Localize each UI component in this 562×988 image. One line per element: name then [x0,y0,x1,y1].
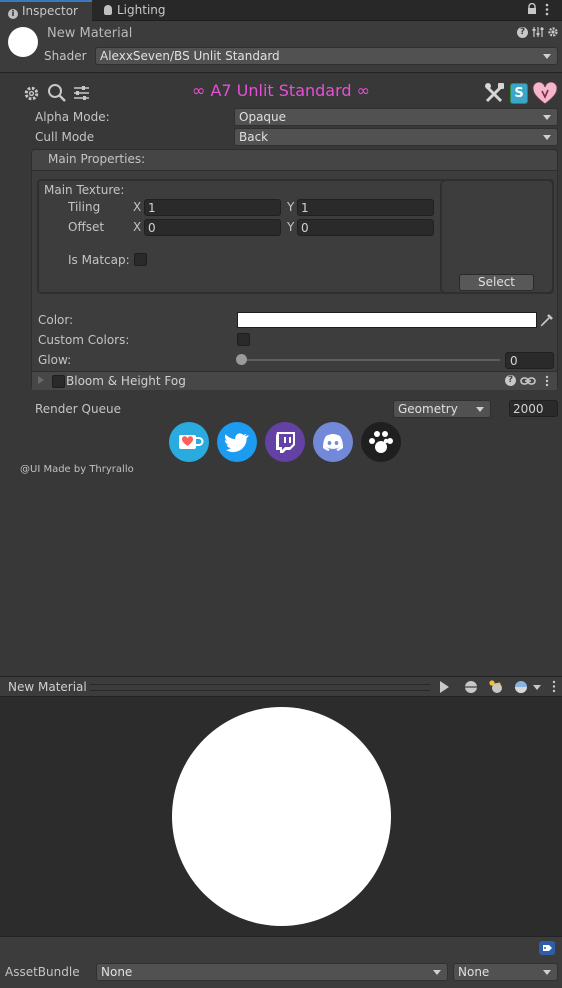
drag-handle[interactable] [90,684,430,691]
bloom-checkbox[interactable] [52,375,65,388]
preview-header: New Material [0,676,562,697]
offset-x-axis: X [133,220,142,234]
play-icon[interactable] [440,681,449,693]
preset-icon[interactable] [532,26,544,41]
tiling-x-axis: X [133,200,142,214]
glow-slider-track[interactable] [240,359,500,361]
material-name: New Material [47,26,133,41]
foldout-arrow-icon [38,376,44,384]
asset-bundle-name-dropdown[interactable]: None [96,963,448,981]
lock-icon[interactable] [527,2,537,15]
main-properties-title: Main Properties: [48,152,146,166]
glow-label: Glow: [38,353,72,367]
tab-bar: i Inspector Lighting [0,0,562,21]
shader-store-icon[interactable]: S [510,83,528,104]
more-vert-icon[interactable] [545,3,549,17]
material-header: New Material ? Shader AlexxSeven/BS Unli… [0,21,562,73]
info-icon: i [8,9,18,19]
color-label: Color: [38,313,74,327]
asset-bundle-name: None [101,965,133,979]
color-swatch[interactable] [237,312,537,328]
paw-icon[interactable] [361,422,401,462]
offset-y-axis: Y [287,220,295,234]
custom-colors-checkbox[interactable] [237,333,250,346]
chevron-down-icon [543,115,551,120]
alpha-mode-label: Alpha Mode: [35,110,110,124]
asset-bundle-variant-dropdown[interactable]: None [453,963,558,981]
select-texture-button[interactable]: Select [459,274,534,291]
credit-text: @UI Made by Thryrallo [20,464,134,475]
cull-mode-label: Cull Mode [35,130,95,144]
asset-bundle-variant: None [458,965,490,979]
shader-value: AlexxSeven/BS Unlit Standard [100,49,280,63]
chevron-down-icon [433,970,441,975]
alpha-mode-value: Opaque [239,110,287,124]
link-icon[interactable] [520,375,536,390]
preview-title: New Material [8,680,87,694]
offset-label: Offset [68,220,105,234]
alpha-mode-dropdown[interactable]: Opaque [234,108,558,126]
offset-x-field[interactable]: 0 [144,219,281,236]
render-queue-label: Render Queue [35,402,121,416]
bloom-foldout[interactable]: Bloom & Height Fog ? [32,371,557,390]
cull-mode-value: Back [239,130,269,144]
more-vert-icon[interactable] [552,680,556,696]
tiling-x-field[interactable]: 1 [144,199,281,216]
tiling-label: Tiling [68,200,101,214]
custom-colors-label: Custom Colors: [38,333,130,347]
twitter-icon[interactable] [217,422,257,462]
light-toggle-icon[interactable] [488,679,504,698]
shader-dropdown[interactable]: AlexxSeven/BS Unlit Standard [95,47,558,65]
render-queue-value-field[interactable]: 2000 [509,400,558,417]
glow-value-field[interactable]: 0 [505,352,554,369]
tab-lighting-label: Lighting [117,3,166,17]
background-sphere-icon[interactable] [514,680,528,697]
help-icon[interactable]: ? [517,27,528,38]
twitch-icon[interactable] [265,422,305,462]
discord-icon[interactable] [313,422,353,462]
main-texture-label: Main Texture: [44,183,125,197]
glow-slider-handle[interactable] [236,354,247,365]
cull-mode-dropdown[interactable]: Back [234,128,558,146]
kofi-icon[interactable] [169,422,209,462]
more-vert-icon[interactable] [545,375,549,390]
help-icon[interactable]: ? [505,375,516,386]
is-matcap-checkbox[interactable] [134,253,147,266]
tiling-y-axis: Y [287,200,295,214]
chevron-down-icon [476,407,484,412]
gear-icon[interactable] [547,26,559,41]
is-matcap-label: Is Matcap: [68,253,130,267]
heart-icon[interactable] [532,81,558,109]
eyedropper-icon[interactable] [540,313,554,330]
chevron-down-icon [543,970,551,975]
offset-y-field[interactable]: 0 [297,219,434,236]
chevron-down-icon [543,135,551,140]
shader-label: Shader [44,49,87,63]
lightbulb-icon [104,5,112,15]
shader-title: ∞ A7 Unlit Standard ∞ [192,81,370,100]
tab-inspector[interactable]: i Inspector [0,0,92,21]
chevron-down-icon [543,54,551,59]
tools-icon[interactable] [484,82,506,107]
tab-lighting[interactable]: Lighting [96,0,176,20]
label-tag-icon[interactable] [539,941,555,955]
chevron-down-icon[interactable] [533,685,541,690]
render-queue-mode: Geometry [398,402,458,416]
tiling-y-field[interactable]: 1 [297,199,434,216]
asset-bundle-label: AssetBundle [5,965,80,979]
bloom-label: Bloom & Height Fog [66,374,186,388]
render-queue-dropdown[interactable]: Geometry [393,400,491,418]
material-thumbnail [8,27,38,57]
main-properties-header[interactable]: Main Properties: [32,150,557,171]
preview-sphere [172,707,391,926]
tab-inspector-label: Inspector [22,4,78,18]
sphere-mesh-icon[interactable] [464,680,478,697]
